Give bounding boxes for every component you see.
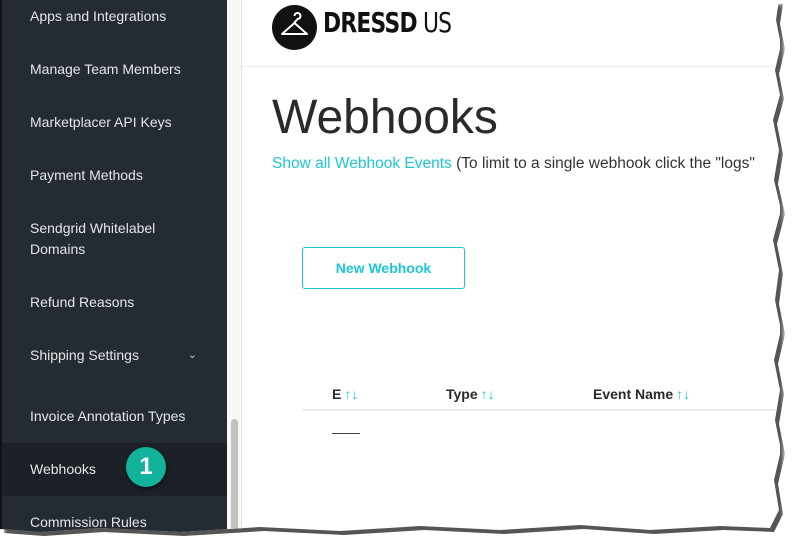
chevron-down-icon[interactable]: ⌄ bbox=[188, 345, 197, 366]
new-webhook-button[interactable]: New Webhook bbox=[302, 247, 465, 289]
header: DRESSD US bbox=[242, 0, 780, 67]
sidebar: Apps and Integrations Manage Team Member… bbox=[0, 0, 227, 532]
column-header-type[interactable]: Type ↑↓ bbox=[446, 386, 495, 402]
sidebar-item-label: Sendgrid Whitelabel bbox=[30, 220, 156, 236]
brand-name-bold: DRESSD bbox=[323, 6, 418, 39]
sidebar-item-marketplacer-api-keys[interactable]: Marketplacer API Keys bbox=[2, 112, 227, 133]
column-label: Type bbox=[446, 386, 478, 402]
sort-arrows-icon[interactable]: ↑↓ bbox=[344, 386, 358, 402]
column-header-e[interactable]: E ↑↓ bbox=[332, 386, 358, 402]
sidebar-item-label: Commission Rules bbox=[30, 514, 147, 530]
sidebar-item-webhooks[interactable]: Webhooks bbox=[2, 443, 227, 496]
column-label: E bbox=[332, 386, 342, 402]
sort-arrows-icon[interactable]: ↑↓ bbox=[676, 386, 690, 402]
brand-logo[interactable]: DRESSD US bbox=[323, 6, 452, 39]
sidebar-item-label: Shipping Settings bbox=[30, 347, 139, 363]
sidebar-item-label: Invoice Annotation Types bbox=[30, 408, 186, 424]
sidebar-item-label-line2: Domains bbox=[30, 241, 86, 257]
callout-step-badge: 1 bbox=[126, 447, 166, 487]
sidebar-item-sendgrid-whitelabel-domains[interactable]: Sendgrid Whitelabel Domains bbox=[2, 218, 227, 260]
sort-arrows-icon[interactable]: ↑↓ bbox=[481, 386, 495, 402]
sidebar-item-invoice-annotation-types[interactable]: Invoice Annotation Types bbox=[2, 406, 227, 427]
sidebar-scrollbar-thumb[interactable] bbox=[231, 419, 238, 532]
events-note: (To limit to a single webhook click the … bbox=[451, 155, 755, 172]
sidebar-item-label: Manage Team Members bbox=[30, 61, 181, 77]
sidebar-item-payment-methods[interactable]: Payment Methods bbox=[2, 165, 227, 186]
show-all-webhook-events-link[interactable]: Show all Webhook Events bbox=[272, 155, 452, 172]
webhooks-table-header: E ↑↓ Type ↑↓ Event Name ↑↓ bbox=[302, 383, 780, 411]
brand-name-region: US bbox=[416, 6, 452, 39]
sidebar-item-manage-team-members[interactable]: Manage Team Members bbox=[2, 59, 227, 80]
sidebar-item-apps-integrations[interactable]: Apps and Integrations bbox=[2, 6, 227, 27]
column-header-event-name[interactable]: Event Name ↑↓ bbox=[593, 386, 690, 402]
sidebar-item-shipping-settings[interactable]: Shipping Settings ⌄ bbox=[2, 345, 227, 366]
sidebar-item-refund-reasons[interactable]: Refund Reasons bbox=[2, 292, 227, 313]
hanger-icon[interactable] bbox=[272, 5, 317, 50]
sidebar-item-label: Marketplacer API Keys bbox=[30, 114, 172, 130]
table-row-empty-cell: —— bbox=[332, 424, 360, 440]
sidebar-item-label: Payment Methods bbox=[30, 167, 143, 183]
screenshot-frame: Apps and Integrations Manage Team Member… bbox=[0, 0, 780, 532]
column-label: Event Name bbox=[593, 386, 674, 402]
sidebar-item-label: Refund Reasons bbox=[30, 294, 135, 310]
sidebar-item-label: Apps and Integrations bbox=[30, 8, 167, 24]
sidebar-item-label: Webhooks bbox=[30, 461, 96, 477]
page-title: Webhooks bbox=[272, 91, 498, 144]
events-description: Show all Webhook Events (To limit to a s… bbox=[272, 155, 755, 173]
